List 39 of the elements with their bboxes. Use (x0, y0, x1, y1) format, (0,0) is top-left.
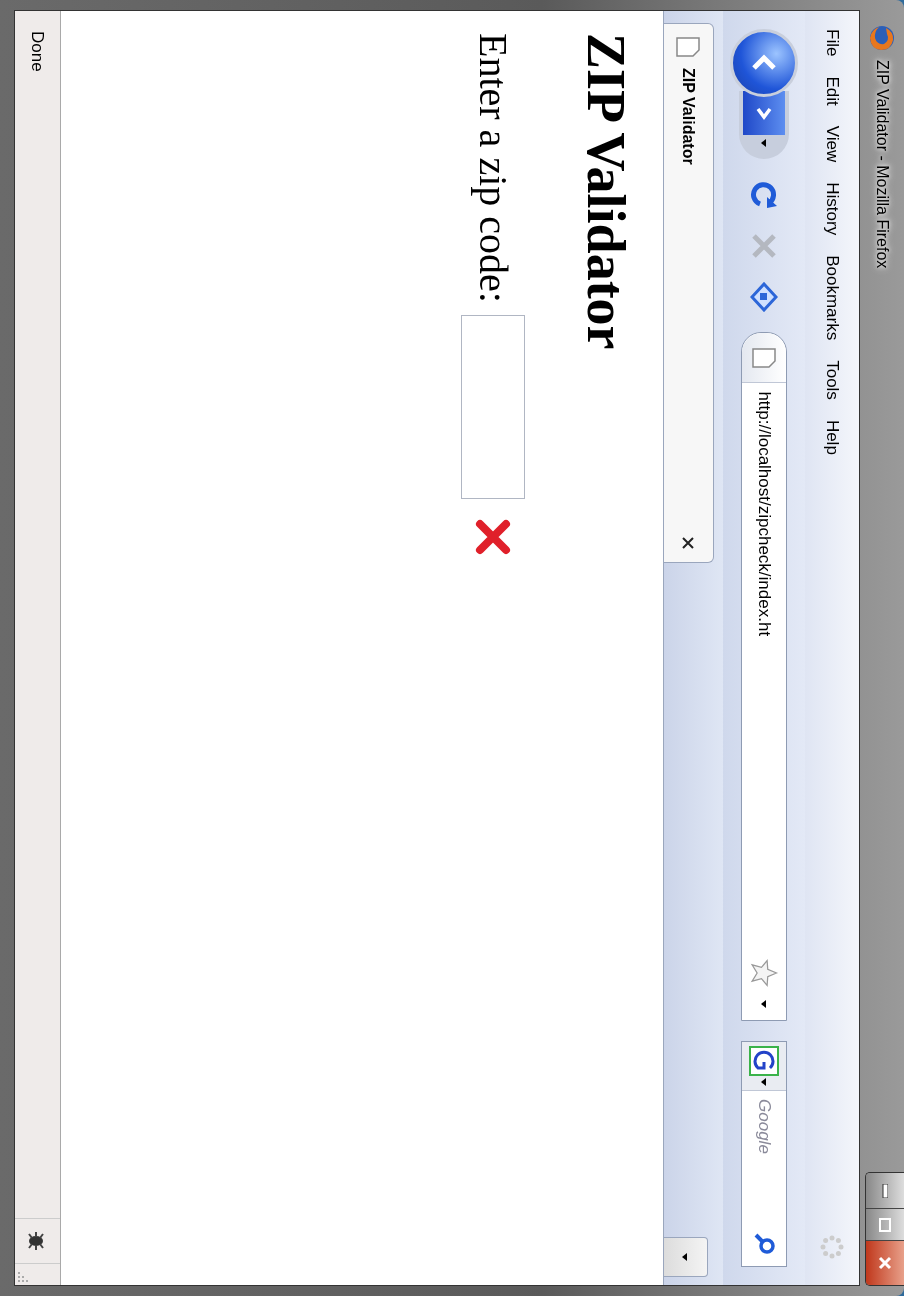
page-heading: ZIP Validator (575, 33, 637, 352)
tab-label: ZIP Validator (679, 68, 699, 165)
search-icon[interactable] (752, 1232, 776, 1256)
close-icon[interactable] (681, 536, 696, 550)
search-bar[interactable]: Google (741, 1041, 787, 1267)
search-field[interactable]: Google (742, 1091, 786, 1232)
menu-item[interactable]: History (819, 182, 845, 236)
menu-item[interactable]: Bookmarks (819, 255, 845, 341)
status-text: Done (27, 30, 49, 72)
menu-item[interactable]: View (819, 125, 845, 163)
forward-button[interactable] (743, 91, 785, 135)
page-icon (751, 346, 777, 369)
menu-item[interactable]: Help (819, 419, 845, 455)
dropdown-icon[interactable] (760, 1000, 768, 1008)
menu-item[interactable]: Edit (819, 76, 845, 106)
close-button[interactable] (866, 1241, 904, 1284)
menu-item[interactable]: File (819, 29, 845, 57)
loading-throbber-icon (820, 1235, 844, 1259)
window-title: ZIP Validator - Mozilla Firefox (873, 60, 892, 269)
dropdown-icon (760, 139, 768, 147)
search-engine-icon[interactable] (749, 1046, 779, 1076)
address-bar[interactable]: http://localhost/zipcheck/index.ht (741, 332, 787, 1021)
dropdown-icon (681, 1253, 690, 1261)
menu-item[interactable]: Tools (819, 360, 845, 400)
maximize-icon (879, 1217, 891, 1232)
minimize-button[interactable] (866, 1173, 904, 1209)
address-text: http://localhost/zipcheck/index.ht (753, 391, 775, 637)
tab[interactable]: ZIP Validator (664, 23, 714, 563)
close-icon (877, 1255, 893, 1271)
dropdown-icon[interactable] (760, 1078, 768, 1086)
resize-grip-icon[interactable] (17, 1271, 29, 1283)
maximize-button[interactable] (866, 1209, 904, 1241)
star-icon[interactable] (749, 958, 779, 988)
page-icon (675, 36, 702, 58)
zip-input-field[interactable] (461, 314, 526, 499)
stop-icon (750, 231, 778, 260)
reload-icon (750, 180, 778, 209)
zip-label: Enter a zip code: (470, 33, 518, 303)
minimize-icon (882, 1183, 888, 1198)
